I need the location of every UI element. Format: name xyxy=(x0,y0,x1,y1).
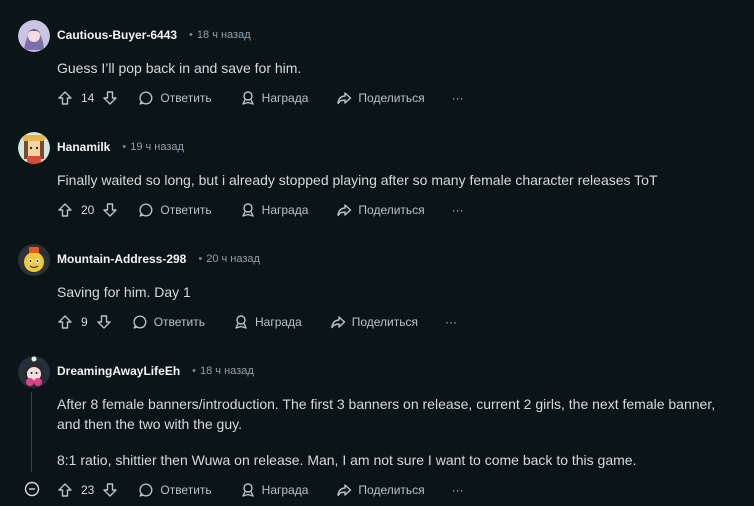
award-label: Награда xyxy=(261,91,309,105)
share-button[interactable]: Поделиться xyxy=(336,90,425,106)
reply-button[interactable]: Ответить xyxy=(132,314,205,330)
separator-dot: • xyxy=(122,141,127,153)
comment-bubble-icon xyxy=(139,91,153,105)
comment-paragraph: After 8 female banners/introduction. The… xyxy=(57,396,716,432)
comment-thread: Cautious-Buyer-6443 • 18 ч назад Guess I… xyxy=(0,0,754,506)
avatar[interactable] xyxy=(18,20,50,52)
share-label: Поделиться xyxy=(358,203,425,217)
upvote-icon xyxy=(58,91,72,105)
more-options-button[interactable]: ··· xyxy=(452,203,464,217)
share-button[interactable]: Поделиться xyxy=(336,202,425,218)
downvote-icon xyxy=(103,203,118,217)
downvote-icon xyxy=(103,91,118,105)
share-button[interactable]: Поделиться xyxy=(336,482,425,498)
upvote-button[interactable] xyxy=(57,202,73,218)
thread-line[interactable] xyxy=(31,392,32,472)
vote-count: 9 xyxy=(81,315,88,329)
share-label: Поделиться xyxy=(358,483,425,497)
comment-body: After 8 female banners/introduction. The… xyxy=(57,394,742,470)
comment-body: Saving for him. Day 1 xyxy=(57,282,742,302)
comment-body: Finally waited so long, but i already st… xyxy=(57,170,742,190)
timestamp[interactable]: 18 ч назад xyxy=(197,29,251,41)
timestamp[interactable]: 19 ч назад xyxy=(130,141,184,153)
avatar[interactable] xyxy=(18,356,50,388)
collapse-thread-button[interactable] xyxy=(24,481,40,497)
reply-button[interactable]: Ответить xyxy=(138,482,212,498)
reply-button[interactable]: Ответить xyxy=(138,90,212,106)
avatar[interactable] xyxy=(18,132,50,164)
separator-dot: • xyxy=(198,253,203,265)
award-button[interactable]: Награда xyxy=(233,314,302,330)
upvote-icon xyxy=(58,203,72,217)
upvote-button[interactable] xyxy=(57,314,73,330)
timestamp[interactable]: 20 ч назад xyxy=(206,253,260,265)
reply-label: Ответить xyxy=(160,203,212,217)
comment-bubble-icon xyxy=(139,483,153,497)
award-button[interactable]: Награда xyxy=(240,202,309,218)
reply-button[interactable]: Ответить xyxy=(138,202,212,218)
award-icon xyxy=(235,315,247,329)
reply-label: Ответить xyxy=(153,315,205,329)
comment-actions: 20 Ответить Награда Поделиться ··· xyxy=(57,200,464,220)
comment-paragraph: Finally waited so long, but i already st… xyxy=(57,172,658,188)
timestamp[interactable]: 18 ч назад xyxy=(200,365,254,377)
comment-actions: 14 Ответить Награда Поделиться ··· xyxy=(57,88,464,108)
more-icon: ··· xyxy=(451,483,464,497)
award-button[interactable]: Награда xyxy=(240,482,309,498)
comment-paragraph: 8:1 ratio, shittier then Wuwa on release… xyxy=(57,452,637,468)
username[interactable]: Cautious-Buyer-6443 xyxy=(57,28,177,42)
share-icon xyxy=(331,316,345,329)
upvote-button[interactable] xyxy=(57,482,73,498)
downvote-icon xyxy=(103,483,118,497)
award-icon xyxy=(241,91,254,105)
award-label: Награда xyxy=(254,315,302,329)
comment-paragraph: Saving for him. Day 1 xyxy=(57,284,191,300)
vote-count: 23 xyxy=(81,483,95,497)
award-icon xyxy=(241,203,254,217)
share-button[interactable]: Поделиться xyxy=(330,314,418,330)
minus-circle-icon xyxy=(24,481,40,497)
vote-count: 14 xyxy=(81,91,95,105)
more-options-button[interactable]: ··· xyxy=(452,91,464,105)
username[interactable]: Hanamilk xyxy=(57,140,110,154)
comment-paragraph: Guess I’ll pop back in and save for him. xyxy=(57,60,302,76)
award-label: Награда xyxy=(261,483,309,497)
username[interactable]: Mountain-Address-298 xyxy=(57,252,186,266)
avatar[interactable] xyxy=(18,244,50,276)
share-icon xyxy=(337,92,352,105)
more-options-button[interactable]: ··· xyxy=(452,483,464,497)
username[interactable]: DreamingAwayLifeEh xyxy=(57,364,180,378)
more-icon: ··· xyxy=(451,203,464,217)
upvote-button[interactable] xyxy=(57,90,73,106)
comment-actions: 23 Ответить Награда Поделиться ··· xyxy=(57,480,464,500)
upvote-icon xyxy=(58,483,72,497)
reply-label: Ответить xyxy=(160,483,212,497)
share-label: Поделиться xyxy=(351,315,418,329)
downvote-icon xyxy=(96,315,111,329)
share-icon xyxy=(337,204,352,217)
share-label: Поделиться xyxy=(358,91,425,105)
reply-label: Ответить xyxy=(160,91,212,105)
comment-bubble-icon xyxy=(133,315,147,329)
upvote-icon xyxy=(58,315,72,329)
share-icon xyxy=(337,484,352,497)
separator-dot: • xyxy=(192,365,197,377)
downvote-button[interactable] xyxy=(102,90,118,106)
more-icon: ··· xyxy=(451,91,464,105)
vote-count: 20 xyxy=(81,203,95,217)
more-icon: ··· xyxy=(445,315,457,329)
downvote-button[interactable] xyxy=(96,314,112,330)
comment-actions: 9 Ответить Награда Поделиться ··· xyxy=(57,312,457,332)
comment-bubble-icon xyxy=(139,203,153,217)
award-button[interactable]: Награда xyxy=(240,90,309,106)
more-options-button[interactable]: ··· xyxy=(445,315,457,329)
award-icon xyxy=(241,483,254,497)
separator-dot: • xyxy=(189,29,193,41)
award-label: Награда xyxy=(261,203,309,217)
comment-body: Guess I’ll pop back in and save for him. xyxy=(57,58,742,78)
downvote-button[interactable] xyxy=(102,482,118,498)
downvote-button[interactable] xyxy=(102,202,118,218)
